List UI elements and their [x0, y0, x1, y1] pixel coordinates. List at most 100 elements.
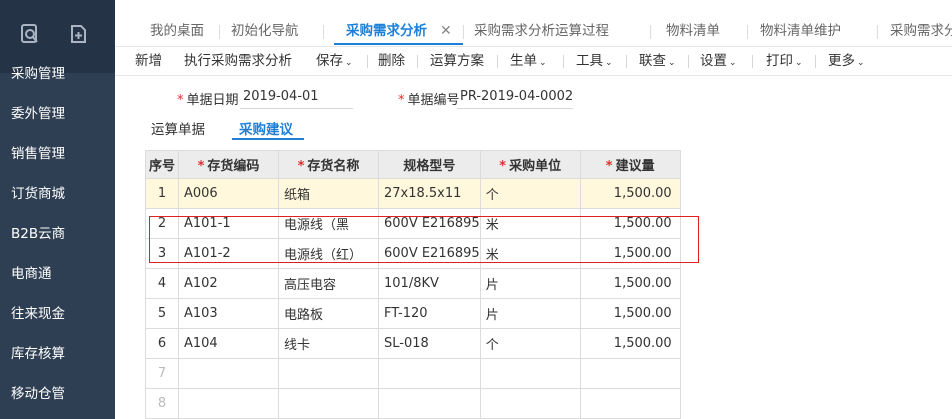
- cell-item-code[interactable]: A101-1: [178, 208, 279, 239]
- delete-label: 删除: [378, 53, 405, 69]
- tab-my-desktop[interactable]: 我的桌面: [150, 16, 204, 46]
- cell-spec[interactable]: 101/8KV: [378, 268, 481, 299]
- cell-spec[interactable]: 600V E216895: [378, 238, 481, 269]
- delete-button[interactable]: 删除: [378, 47, 405, 75]
- toolbar-divider: [688, 55, 689, 68]
- cell-unit[interactable]: 个: [479, 178, 581, 209]
- column-header-no[interactable]: 序号: [145, 150, 179, 179]
- cell-item-name[interactable]: 电路板: [278, 298, 379, 329]
- cell-item-code[interactable]: A104: [178, 328, 279, 359]
- table-row[interactable]: 4 A102 高压电容 101/8KV 片 1,500.00: [145, 268, 681, 299]
- cell-item-name[interactable]: [278, 358, 379, 389]
- table-row[interactable]: 6 A104 线卡 SL-018 个 1,500.00: [145, 328, 681, 359]
- cell-suggested-qty[interactable]: 1,500.00: [579, 208, 681, 239]
- table-row[interactable]: 1 A006 纸箱 27x18.5x11 个 1,500.00: [145, 178, 681, 209]
- cell-unit[interactable]: 片: [479, 298, 581, 329]
- sidebar-item-order-mall[interactable]: 订货商城: [0, 174, 115, 214]
- cell-row-number[interactable]: 6: [145, 328, 179, 359]
- sidebar-item-outsourcing[interactable]: 委外管理: [0, 94, 115, 134]
- column-header-unit[interactable]: * 采购单位: [479, 150, 581, 179]
- toolbar-divider: [626, 55, 627, 68]
- cell-item-code[interactable]: [178, 358, 279, 389]
- subtab-purchase-suggestion[interactable]: 采购建议: [239, 118, 293, 138]
- table-row[interactable]: 8: [145, 388, 681, 419]
- cell-row-number[interactable]: 4: [145, 268, 179, 299]
- cell-item-code[interactable]: A102: [178, 268, 279, 299]
- tab-purchase-demand-analysis[interactable]: 采购需求分析: [346, 16, 427, 46]
- cell-row-number[interactable]: 2: [145, 208, 179, 239]
- more-button[interactable]: 更多 ⌄: [828, 47, 865, 75]
- cell-item-code[interactable]: A101-2: [178, 238, 279, 269]
- column-header-qty[interactable]: * 建议量: [579, 150, 681, 179]
- print-button[interactable]: 打印 ⌄: [766, 47, 803, 75]
- tab-init-nav[interactable]: 初始化导航: [231, 16, 299, 46]
- cell-item-code[interactable]: [178, 388, 279, 419]
- cell-row-number[interactable]: 3: [145, 238, 179, 269]
- column-header-code[interactable]: * 存货编码: [178, 150, 279, 179]
- column-header-spec[interactable]: 规格型号: [378, 150, 481, 179]
- cell-suggested-qty[interactable]: 1,500.00: [579, 328, 681, 359]
- number-field[interactable]: PR-2019-04-0002: [460, 89, 573, 104]
- add-doc-icon[interactable]: [68, 24, 88, 44]
- tab-purchase-demand-more[interactable]: 采购需求分: [890, 16, 952, 46]
- cell-spec[interactable]: FT-120: [378, 298, 481, 329]
- cell-spec[interactable]: 27x18.5x11: [378, 178, 481, 209]
- cell-unit[interactable]: 米: [479, 208, 581, 239]
- cell-item-name[interactable]: 高压电容: [278, 268, 379, 299]
- run-analysis-button[interactable]: 执行采购需求分析: [184, 47, 292, 75]
- cell-unit[interactable]: [479, 358, 581, 389]
- close-icon[interactable]: ✕: [440, 16, 452, 46]
- column-header-name[interactable]: * 存货名称: [278, 150, 379, 179]
- cell-item-name[interactable]: 纸箱: [278, 178, 379, 209]
- cell-row-number[interactable]: 8: [145, 388, 179, 419]
- cell-row-number[interactable]: 5: [145, 298, 179, 329]
- cell-row-number[interactable]: 7: [145, 358, 179, 389]
- cell-item-name[interactable]: [278, 388, 379, 419]
- settings-button[interactable]: 设置 ⌄: [700, 47, 737, 75]
- cell-unit[interactable]: 个: [479, 328, 581, 359]
- sidebar-item-ecommerce[interactable]: 电商通: [0, 254, 115, 294]
- cell-suggested-qty[interactable]: 1,500.00: [579, 298, 681, 329]
- cell-item-code[interactable]: A006: [178, 178, 279, 209]
- table-row[interactable]: 7: [145, 358, 681, 389]
- cell-item-name[interactable]: 线卡: [278, 328, 379, 359]
- cell-suggested-qty[interactable]: 1,500.00: [579, 238, 681, 269]
- cell-suggested-qty[interactable]: [579, 388, 681, 419]
- tab-analysis-process[interactable]: 采购需求分析运算过程: [474, 16, 609, 46]
- sidebar-item-mobile-warehouse[interactable]: 移动仓管: [0, 374, 115, 414]
- cell-suggested-qty[interactable]: [579, 358, 681, 389]
- table-row[interactable]: 2 A101-1 电源线（黑 600V E216895 米 1,500.00: [145, 208, 681, 239]
- cell-unit[interactable]: 米: [479, 238, 581, 269]
- calc-scheme-button[interactable]: 运算方案: [430, 47, 484, 75]
- linked-query-button[interactable]: 联查 ⌄: [639, 47, 676, 75]
- sidebar-item-inventory-accounting[interactable]: 库存核算: [0, 334, 115, 374]
- sidebar-item-sales[interactable]: 销售管理: [0, 134, 115, 174]
- cell-spec[interactable]: [378, 388, 481, 419]
- sidebar-item-purchase[interactable]: 采购管理: [0, 54, 115, 94]
- cell-item-name[interactable]: 电源线（黑: [278, 208, 379, 239]
- table-row[interactable]: 5 A103 电路板 FT-120 片 1,500.00: [145, 298, 681, 329]
- save-button[interactable]: 保存 ⌄: [316, 47, 353, 75]
- subtab-calc-docs[interactable]: 运算单据: [151, 118, 205, 138]
- cell-spec[interactable]: 600V E216895: [378, 208, 481, 239]
- tools-button[interactable]: 工具 ⌄: [576, 47, 613, 75]
- sidebar-item-b2b-cloud[interactable]: B2B云商: [0, 214, 115, 254]
- tab-bom[interactable]: 物料清单: [666, 16, 720, 46]
- cell-item-code[interactable]: A103: [178, 298, 279, 329]
- tab-bom-maintenance[interactable]: 物料清单维护: [760, 16, 841, 46]
- cell-unit[interactable]: [479, 388, 581, 419]
- date-field[interactable]: 2019-04-01: [243, 89, 319, 104]
- new-button[interactable]: 新增: [135, 47, 162, 75]
- search-doc-icon[interactable]: [20, 24, 40, 44]
- cell-spec[interactable]: SL-018: [378, 328, 481, 359]
- cell-suggested-qty[interactable]: 1,500.00: [579, 178, 681, 209]
- cell-unit[interactable]: 片: [479, 268, 581, 299]
- sidebar-item-cash[interactable]: 往来现金: [0, 294, 115, 334]
- cell-row-number[interactable]: 1: [145, 178, 179, 209]
- generate-doc-button[interactable]: 生单 ⌄: [510, 47, 547, 75]
- cell-item-name[interactable]: 电源线（红）: [278, 238, 379, 269]
- toolbar-divider: [815, 55, 816, 68]
- table-row[interactable]: 3 A101-2 电源线（红） 600V E216895 米 1,500.00: [145, 238, 681, 269]
- cell-spec[interactable]: [378, 358, 481, 389]
- cell-suggested-qty[interactable]: 1,500.00: [579, 268, 681, 299]
